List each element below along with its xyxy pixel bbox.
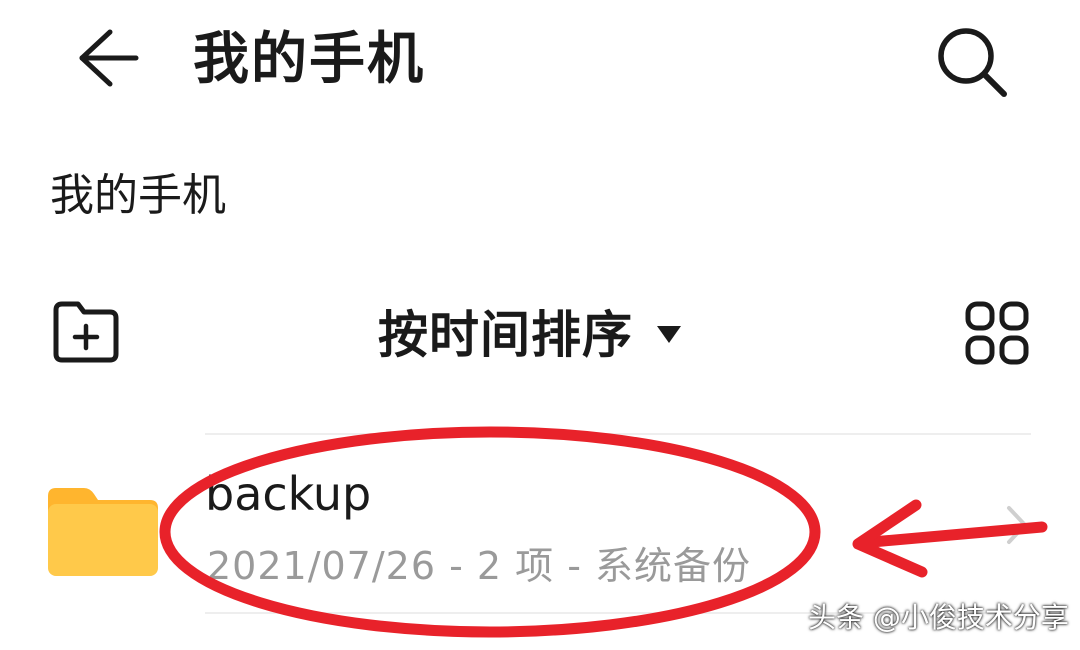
back-button[interactable] — [70, 20, 146, 96]
search-icon — [938, 28, 1007, 97]
new-folder-button[interactable] — [46, 296, 126, 368]
sort-dropdown[interactable]: 按时间排序 — [378, 298, 683, 372]
folder-plus-icon — [53, 301, 119, 363]
grid-view-button[interactable] — [962, 300, 1032, 366]
caret-down-icon — [657, 326, 681, 343]
arrow-left-icon — [79, 29, 139, 87]
chevron-right-icon — [1003, 502, 1033, 548]
breadcrumb[interactable]: 我的手机 — [50, 166, 226, 226]
page-title: 我的手机 — [193, 27, 425, 92]
watermark: 头条 @小俊技术分享 — [808, 601, 1069, 634]
file-name: backup — [205, 467, 372, 521]
list-divider — [205, 433, 1031, 435]
sort-label: 按时间排序 — [378, 306, 633, 364]
search-button[interactable] — [930, 20, 1014, 104]
grid-view-icon — [965, 301, 1029, 365]
file-meta: 2021/07/26 - 2 项 - 系统备份 — [207, 544, 752, 588]
folder-icon — [46, 486, 160, 578]
